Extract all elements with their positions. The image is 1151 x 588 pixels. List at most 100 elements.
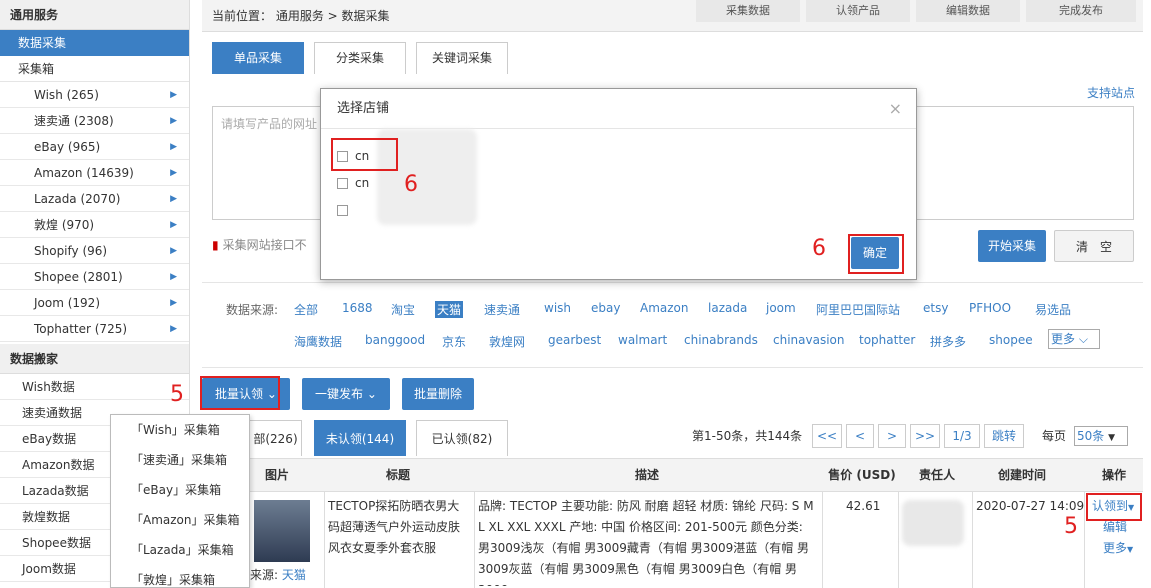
- source-option[interactable]: Amazon: [640, 301, 689, 315]
- caret-right-icon: ▶: [170, 220, 177, 230]
- source-option[interactable]: 淘宝: [391, 301, 415, 318]
- start-collect-button[interactable]: 开始采集: [978, 230, 1046, 262]
- tab-unclaimed[interactable]: 未认领(144): [314, 420, 406, 456]
- sidebar-platform-item[interactable]: Tophatter (725) ▶: [0, 316, 189, 342]
- prev-page-button[interactable]: <: [846, 424, 874, 448]
- source-option[interactable]: 1688: [342, 301, 373, 315]
- caret-right-icon: ▶: [170, 90, 177, 100]
- product-thumbnail[interactable]: [254, 500, 310, 562]
- tab-claimed[interactable]: 已认领(82): [416, 420, 508, 456]
- sidebar-platform-item[interactable]: 速卖通 (2308) ▶: [0, 108, 189, 134]
- source-option[interactable]: 海鹰数据: [294, 333, 342, 350]
- caret-right-icon: ▶: [170, 142, 177, 152]
- divider: [972, 492, 973, 588]
- collect-box-flyout: 「Wish」采集箱 「速卖通」采集箱 「eBay」采集箱 「Amazon」采集箱…: [110, 414, 250, 588]
- data-source-filter: 数据来源: 全部 1688 淘宝 天猫 速卖通 wish ebay Amazon…: [202, 282, 1143, 368]
- caret-right-icon: ▶: [170, 246, 177, 256]
- tab-keyword-collect[interactable]: 关键词采集: [416, 42, 508, 74]
- source-option[interactable]: chinabrands: [684, 333, 758, 347]
- source-option[interactable]: 速卖通: [484, 301, 520, 318]
- caret-right-icon: ▶: [170, 272, 177, 282]
- product-price: 42.61: [846, 499, 881, 513]
- caret-right-icon: ▶: [170, 324, 177, 334]
- sidebar-item-data-collect[interactable]: 数据采集: [0, 30, 189, 56]
- divider: [324, 492, 325, 588]
- jump-button[interactable]: 跳转: [984, 424, 1024, 448]
- caret-right-icon: ▶: [170, 298, 177, 308]
- flyout-item[interactable]: 「eBay」采集箱: [111, 475, 249, 505]
- col-owner: 责任人: [918, 468, 955, 482]
- flyout-item[interactable]: 「Amazon」采集箱: [111, 505, 249, 535]
- source-option[interactable]: 京东: [442, 333, 466, 350]
- sidebar-platform-item[interactable]: Shopee (2801) ▶: [0, 264, 189, 290]
- col-created: 创建时间: [997, 468, 1046, 482]
- sidebar-section-general: 通用服务: [0, 0, 189, 30]
- close-icon[interactable]: ×: [889, 89, 902, 129]
- source-option[interactable]: joom: [766, 301, 796, 315]
- source-option[interactable]: 全部: [294, 301, 318, 318]
- step-number: 5: [1064, 514, 1078, 539]
- sidebar-move-item[interactable]: Wish数据: [0, 374, 189, 400]
- source-option[interactable]: lazada: [708, 301, 747, 315]
- sidebar-platform-item[interactable]: Joom (192) ▶: [0, 290, 189, 316]
- more-dropdown[interactable]: 更多▼: [1103, 538, 1133, 560]
- sidebar-item-collect-box[interactable]: 采集箱: [0, 56, 189, 82]
- more-sources-dropdown[interactable]: 更多 ⌵: [1048, 329, 1100, 349]
- flyout-item[interactable]: 「速卖通」采集箱: [111, 445, 249, 475]
- shop-checkbox[interactable]: [337, 178, 348, 189]
- source-option[interactable]: 易选品: [1035, 301, 1071, 318]
- source-option[interactable]: wish: [544, 301, 571, 315]
- sidebar-platform-item[interactable]: eBay (965) ▶: [0, 134, 189, 160]
- bookmark-icon: ▮: [212, 238, 219, 252]
- source-option[interactable]: etsy: [923, 301, 948, 315]
- shop-label: cn: [355, 176, 370, 190]
- first-page-button[interactable]: <<: [812, 424, 842, 448]
- redacted-owner: [902, 500, 964, 546]
- supported-sites-link[interactable]: 支持站点: [1087, 84, 1135, 101]
- source-option[interactable]: shopee: [989, 333, 1033, 347]
- highlight-box: [331, 138, 398, 171]
- source-option[interactable]: tophatter: [859, 333, 915, 347]
- source-option[interactable]: gearbest: [548, 333, 601, 347]
- product-desc: 品牌: TECTOP 主要功能: 防风 耐磨 超轻 材质: 锦纶 尺码: S M…: [478, 499, 814, 586]
- source-option[interactable]: PFHOO: [969, 301, 1011, 315]
- col-title: 标题: [385, 468, 410, 482]
- col-ops: 操作: [1101, 468, 1126, 482]
- sidebar-platform-item[interactable]: 敦煌 (970) ▶: [0, 212, 189, 238]
- clear-button[interactable]: 清空: [1054, 230, 1134, 262]
- table-header: 图片 标题 描述 售价 (USD) 责任人 创建时间 操作: [202, 458, 1143, 492]
- batch-delete-button[interactable]: 批量删除: [402, 378, 474, 410]
- source-option[interactable]: banggood: [365, 333, 425, 347]
- divider: [1084, 492, 1085, 588]
- one-click-publish-button[interactable]: 一键发布 ⌄: [302, 378, 390, 410]
- product-title[interactable]: TECTOP探拓防晒衣男大码超薄透气户外运动皮肤风衣女夏季外套衣服: [328, 496, 470, 559]
- per-page-select[interactable]: 50条 ▼: [1074, 426, 1128, 446]
- divider: [898, 492, 899, 588]
- caret-right-icon: ▶: [170, 116, 177, 126]
- source-option[interactable]: ebay: [591, 301, 620, 315]
- next-page-button[interactable]: >: [878, 424, 906, 448]
- source-option-selected[interactable]: 天猫: [435, 301, 464, 318]
- source-option[interactable]: 敦煌网: [489, 333, 525, 350]
- flyout-item[interactable]: 「敦煌」采集箱: [111, 565, 249, 588]
- sidebar-platform-item[interactable]: Amazon (14639) ▶: [0, 160, 189, 186]
- sidebar-platform-item[interactable]: Shopify (96) ▶: [0, 238, 189, 264]
- tab-category-collect[interactable]: 分类采集: [314, 42, 406, 74]
- source-option[interactable]: walmart: [618, 333, 667, 347]
- shop-checkbox[interactable]: [337, 205, 348, 216]
- sidebar-platform-item[interactable]: Wish (265) ▶: [0, 82, 189, 108]
- sidebar-platform-item[interactable]: Lazada (2070) ▶: [0, 186, 189, 212]
- last-page-button[interactable]: >>: [910, 424, 940, 448]
- tab-single-collect[interactable]: 单品采集: [212, 42, 304, 74]
- source-option[interactable]: chinavasion: [773, 333, 844, 347]
- flyout-item[interactable]: 「Lazada」采集箱: [111, 535, 249, 565]
- product-source: 来源: 天猫: [250, 568, 306, 582]
- step-edit: 编辑数据: [916, 0, 1020, 22]
- flyout-item[interactable]: 「Wish」采集箱: [111, 415, 249, 445]
- source-option[interactable]: 拼多多: [930, 333, 966, 350]
- chevron-down-icon: ⌵: [1078, 332, 1088, 346]
- highlight-box: [200, 376, 280, 410]
- source-option[interactable]: 阿里巴巴国际站: [816, 301, 900, 318]
- interface-note: ▮ 采集网站接口不: [212, 238, 307, 252]
- tab-all[interactable]: 部(226): [250, 420, 302, 456]
